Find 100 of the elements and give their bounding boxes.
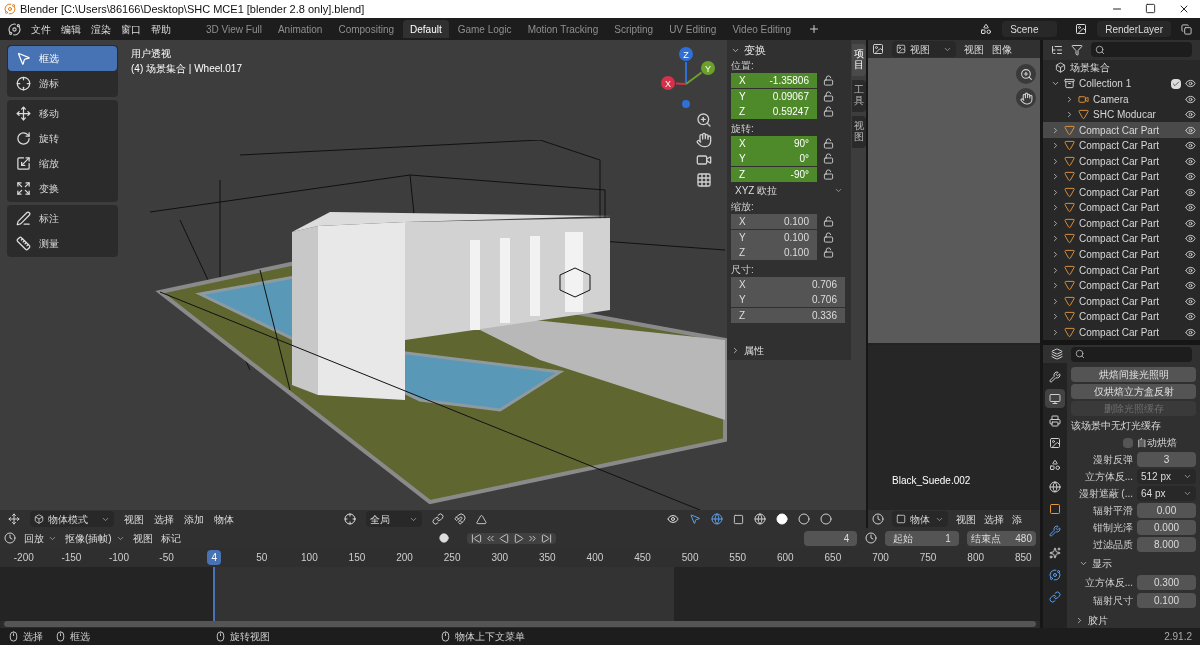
number-field[interactable]: X 0.706: [731, 276, 845, 292]
outliner-row[interactable]: Compact Car Part: [1043, 293, 1200, 309]
section-header[interactable]: 显示: [1092, 555, 1112, 571]
workspace-tab[interactable]: Default: [403, 20, 449, 38]
render-layer-field[interactable]: RenderLayer: [1097, 21, 1171, 37]
number-field[interactable]: Y 0.100: [731, 229, 817, 245]
menu-item[interactable]: 标记: [160, 530, 181, 546]
bake-button[interactable]: 仅烘焙立方盒反射: [1071, 384, 1196, 399]
menu-item[interactable]: 添加: [184, 511, 204, 527]
tool-button[interactable]: 旋转: [8, 126, 117, 151]
menu-item[interactable]: 渲染: [91, 21, 111, 37]
panel-title[interactable]: 属性: [744, 342, 764, 358]
dropdown-field[interactable]: 512 px: [1137, 469, 1196, 484]
scene-field[interactable]: Scene: [1002, 21, 1058, 37]
tool-button[interactable]: 缩放: [8, 151, 117, 176]
menu-item[interactable]: 编辑: [61, 21, 81, 37]
menu-item[interactable]: 视图: [124, 511, 144, 527]
number-field[interactable]: Z 0.100: [731, 245, 817, 261]
menu-item[interactable]: 窗口: [121, 21, 141, 37]
number-field[interactable]: Z -90°: [731, 166, 817, 182]
start-frame-field[interactable]: 起始 1: [885, 530, 959, 546]
close-icon[interactable]: [1178, 3, 1190, 15]
outliner-row[interactable]: Compact Car Part: [1043, 308, 1200, 325]
outliner-row[interactable]: Camera: [1043, 91, 1200, 107]
dropdown-field[interactable]: 64 px: [1137, 486, 1196, 501]
workspace-tab[interactable]: Compositing: [331, 20, 401, 38]
outliner-row[interactable]: Compact Car Part: [1043, 138, 1200, 154]
menu-item[interactable]: 帮助: [151, 21, 171, 37]
outliner-row[interactable]: Compact Car Part: [1043, 246, 1200, 263]
outliner-item[interactable]: 场景集合: [1070, 60, 1110, 76]
number-field[interactable]: 0.00: [1137, 503, 1196, 518]
number-field[interactable]: X -1.35806: [731, 73, 817, 89]
outliner-row[interactable]: Compact Car Part: [1043, 200, 1200, 216]
tool-button[interactable]: 框选: [8, 46, 117, 71]
outliner-row[interactable]: Compact Car Part: [1043, 277, 1200, 294]
axis-handle[interactable]: X: [661, 76, 675, 90]
tool-button[interactable]: 移动: [8, 101, 117, 126]
rotation-mode-dropdown[interactable]: XYZ 欧拉: [731, 183, 847, 198]
workspace-tab[interactable]: Game Logic: [450, 20, 519, 38]
outliner-row[interactable]: Compact Car Part: [1043, 169, 1200, 185]
outliner-row[interactable]: Collection 1: [1043, 75, 1200, 92]
sidebar-tab[interactable]: 项目: [852, 44, 866, 76]
end-frame-field[interactable]: 结束点 480: [966, 530, 1036, 546]
number-field[interactable]: X 90°: [731, 135, 817, 151]
properties-tab[interactable]: [1045, 389, 1065, 408]
search-field[interactable]: [1071, 346, 1192, 362]
number-field[interactable]: Y 0°: [731, 151, 817, 167]
outliner-row[interactable]: SHC Moducar: [1043, 106, 1200, 123]
workspace-tab[interactable]: Video Editing: [725, 20, 799, 38]
scrollbar[interactable]: [4, 621, 1036, 627]
number-field[interactable]: Y 0.706: [731, 292, 845, 308]
outliner-row[interactable]: Compact Car Part: [1043, 324, 1200, 340]
menu-item[interactable]: 视图: [132, 530, 153, 546]
menu-item[interactable]: 视图: [964, 41, 984, 57]
number-field[interactable]: 3: [1137, 452, 1196, 467]
section-header[interactable]: 胶片: [1088, 612, 1108, 628]
object-dropdown[interactable]: 物体: [892, 511, 948, 527]
outliner-row[interactable]: Compact Car Part: [1043, 153, 1200, 170]
workspace-tab[interactable]: Animation: [270, 20, 330, 38]
menu-item[interactable]: 图像: [992, 41, 1012, 57]
menu-item[interactable]: 视图: [956, 511, 976, 527]
sidebar-tab[interactable]: 视图: [852, 116, 866, 148]
tool-button[interactable]: 游标: [8, 71, 117, 96]
menu-item[interactable]: 选择: [154, 511, 174, 527]
axis-handle[interactable]: Z: [679, 47, 693, 61]
menu-item[interactable]: 文件: [31, 21, 51, 37]
orientation-dropdown[interactable]: 全局: [366, 511, 422, 527]
outliner-row[interactable]: Compact Car Part: [1043, 184, 1200, 201]
number-field[interactable]: Z 0.59247: [731, 104, 817, 120]
playhead-marker[interactable]: 4: [207, 550, 221, 565]
number-field[interactable]: 0.300: [1137, 574, 1196, 590]
menu-dropdown[interactable]: 回放: [24, 530, 57, 546]
tool-button[interactable]: 标注: [8, 206, 117, 231]
mode-dropdown[interactable]: 物体模式: [30, 511, 114, 527]
workspace-tab[interactable]: 3D View Full: [199, 20, 269, 38]
outliner-row[interactable]: Compact Car Part: [1043, 262, 1200, 278]
checkbox[interactable]: [1171, 78, 1181, 89]
outliner-row[interactable]: Compact Car Part: [1043, 215, 1200, 232]
search-field[interactable]: [1091, 42, 1192, 58]
number-field[interactable]: 0.000: [1137, 520, 1196, 535]
frame-field[interactable]: 4: [803, 530, 858, 546]
menu-dropdown[interactable]: 抠像(插帧): [65, 530, 125, 546]
panel-title[interactable]: 变换: [744, 41, 766, 59]
menu-item[interactable]: 添: [1012, 511, 1022, 527]
checkbox[interactable]: [1123, 437, 1133, 448]
outliner-row[interactable]: Compact Car Part: [1043, 231, 1200, 247]
bake-button[interactable]: 烘焙间接光照明: [1071, 367, 1196, 382]
number-field[interactable]: X 0.100: [731, 214, 817, 230]
tool-button[interactable]: 测量: [8, 231, 117, 256]
tool-button[interactable]: 变换: [8, 176, 117, 201]
workspace-tab[interactable]: Motion Tracking: [520, 20, 606, 38]
workspace-tab[interactable]: Scripting: [607, 20, 661, 38]
workspace-tab[interactable]: UV Editing: [662, 20, 724, 38]
menu-item[interactable]: 物体: [214, 511, 234, 527]
view-dropdown[interactable]: 视图: [892, 41, 956, 57]
number-field[interactable]: 8.000: [1137, 537, 1196, 552]
sidebar-tab[interactable]: 工具: [852, 80, 866, 112]
maximize-icon[interactable]: [1145, 3, 1156, 14]
menu-item[interactable]: 选择: [984, 511, 1004, 527]
number-field[interactable]: Y 0.09067: [731, 88, 817, 104]
